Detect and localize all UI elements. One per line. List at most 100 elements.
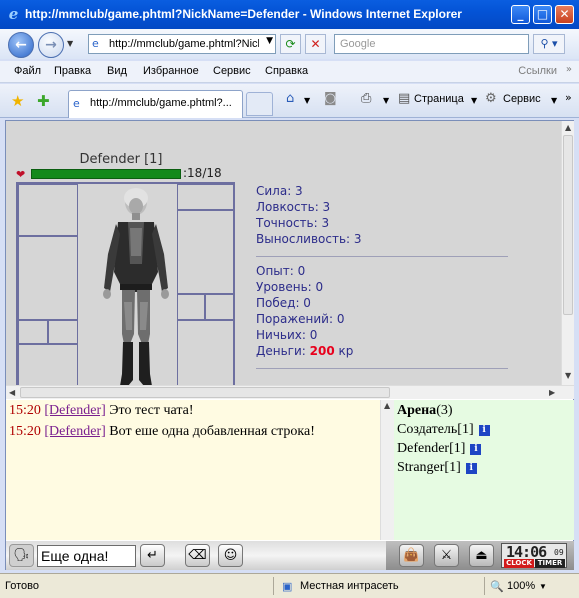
toolbar-chevron-icon[interactable]: »: [565, 91, 572, 104]
maximize-button[interactable]: □: [533, 5, 552, 24]
slot-boots[interactable]: [18, 344, 78, 385]
tab-page-icon: e: [73, 97, 80, 110]
security-zone[interactable]: Местная интрасеть: [300, 580, 399, 592]
arena-button[interactable]: ⚔: [434, 544, 459, 567]
scroll-right-icon[interactable]: ▶: [549, 388, 555, 397]
menu-view[interactable]: Вид: [107, 65, 127, 77]
tools-menu[interactable]: Сервис: [503, 93, 541, 105]
home-dropdown-icon[interactable]: ▼: [304, 96, 310, 105]
scroll-up-icon[interactable]: ▲: [565, 123, 571, 132]
user-name[interactable]: Создатель[1]: [397, 422, 474, 437]
scroll-thumb[interactable]: [563, 135, 573, 315]
menu-help[interactable]: Справка: [265, 65, 308, 77]
slot-ring-1[interactable]: [18, 320, 48, 344]
slot-shield[interactable]: [177, 320, 235, 385]
chat-nick-link[interactable]: [Defender]: [44, 424, 105, 439]
print-dropdown-icon[interactable]: ▼: [383, 96, 389, 105]
game-vertical-scrollbar[interactable]: ▲ ▼: [561, 121, 574, 385]
game-horizontal-scrollbar[interactable]: ◀ ▶: [6, 385, 574, 399]
print-icon[interactable]: ⎙: [361, 91, 371, 106]
money-label: Деньги:: [256, 344, 306, 358]
scroll-left-icon[interactable]: ◀: [9, 388, 15, 397]
address-bar[interactable]: e http://mmclub/game.phtml?NickName=Defe…: [88, 34, 276, 54]
menu-favorites[interactable]: Избранное: [143, 65, 199, 77]
links-chevron-icon[interactable]: »: [566, 64, 572, 75]
stop-button[interactable]: ✕: [305, 34, 326, 54]
minimize-button[interactable]: _: [511, 5, 530, 24]
character-figure: [103, 188, 169, 385]
chat-log: 15:20 [Defender] Это тест чата! 15:20 [D…: [6, 400, 380, 540]
clear-button[interactable]: ⌫: [185, 544, 210, 567]
slot-armor[interactable]: [18, 236, 78, 320]
exit-door-icon: ⏏: [475, 548, 488, 563]
info-icon[interactable]: i: [465, 463, 477, 474]
menu-file[interactable]: Файл: [14, 65, 41, 77]
stat-strength: Сила: 3: [256, 184, 303, 198]
close-window-button[interactable]: ✕: [555, 5, 574, 24]
refresh-icon: ⟳: [285, 37, 296, 51]
address-dropdown-icon[interactable]: ▼: [266, 36, 273, 46]
tab-game[interactable]: e http://mmclub/game.phtml?...: [68, 90, 243, 118]
chat-time: 15:20: [9, 424, 41, 439]
hscroll-thumb[interactable]: [20, 387, 390, 398]
intranet-icon: ▣: [282, 581, 293, 593]
address-url[interactable]: http://mmclub/game.phtml?NickName=Defend…: [109, 38, 259, 50]
back-button[interactable]: ←: [8, 32, 34, 58]
user-name[interactable]: Stranger[1]: [397, 460, 461, 475]
favorites-center-star-icon[interactable]: ★: [11, 92, 24, 110]
chat-scrollbar[interactable]: ▲: [380, 400, 394, 540]
tools-dropdown-icon[interactable]: ▼: [551, 96, 557, 105]
slot-weapon[interactable]: [177, 210, 235, 294]
home-icon[interactable]: ⌂: [286, 91, 294, 106]
feeds-icon[interactable]: ◙: [324, 91, 337, 106]
page-dropdown-icon[interactable]: ▼: [471, 96, 477, 105]
slot-ring-2[interactable]: [48, 320, 78, 344]
clock-seconds: 09: [554, 548, 564, 557]
clock-label[interactable]: CLOCK: [504, 559, 534, 568]
slot-helmet[interactable]: [18, 184, 78, 236]
inventory-button[interactable]: 👜: [399, 544, 424, 567]
search-button[interactable]: ⚲ ▾: [533, 34, 565, 54]
send-button[interactable]: ↵: [140, 544, 165, 567]
user-name[interactable]: Defender[1]: [397, 441, 465, 456]
smiles-button[interactable]: ☺: [218, 544, 243, 567]
record-panel: Опыт: 0 Уровень: 0 Побед: 0 Поражений: 0…: [256, 263, 353, 359]
zoom-level[interactable]: 100%: [507, 580, 535, 592]
menu-edit[interactable]: Правка: [54, 65, 91, 77]
money-divider: [256, 368, 508, 369]
refresh-button[interactable]: ⟳: [280, 34, 301, 54]
info-icon[interactable]: i: [478, 425, 490, 436]
chat-time: 15:20: [9, 403, 41, 418]
chat-text: Вот еше одна добавленная строка!: [105, 424, 315, 439]
search-input[interactable]: Google: [334, 34, 529, 54]
scroll-down-icon[interactable]: ▼: [565, 371, 571, 380]
new-tab-button[interactable]: [246, 92, 273, 116]
enter-arrow-icon: ↵: [147, 548, 158, 563]
menu-tools[interactable]: Сервис: [213, 65, 251, 77]
user-list-item[interactable]: Stranger[1] i: [397, 460, 477, 476]
slot-ring-4[interactable]: [205, 294, 235, 320]
history-dropdown-icon[interactable]: ▼: [67, 39, 73, 48]
links-toolbar[interactable]: Ссылки: [518, 65, 557, 77]
page-content: Defender [1] ❤ :18/18 Сила: 3 Ловкость: …: [5, 120, 574, 570]
forward-button[interactable]: →: [38, 32, 64, 58]
slot-amulet[interactable]: [177, 184, 235, 210]
heart-icon: ❤: [16, 168, 26, 181]
chat-scroll-up-icon[interactable]: ▲: [384, 401, 390, 410]
zoom-dropdown-icon[interactable]: ▼: [539, 582, 547, 591]
stats-divider: [256, 256, 508, 257]
info-icon[interactable]: i: [470, 444, 482, 455]
address-toolbar: ← → ▼ e http://mmclub/game.phtml?NickNam…: [0, 29, 579, 59]
speak-button[interactable]: 🗣: [9, 544, 34, 567]
timer-label[interactable]: TIMER: [535, 559, 565, 568]
chat-nick-link[interactable]: [Defender]: [44, 403, 105, 418]
add-favorite-icon[interactable]: ✚: [37, 92, 50, 110]
chat-input[interactable]: Еще одна!: [37, 545, 136, 567]
exit-button[interactable]: ⏏: [469, 544, 494, 567]
tab-toolbar: ★ ✚ e http://mmclub/game.phtml?... ⌂ ▼ ◙…: [0, 84, 579, 118]
chat-message: 15:20 [Defender] Это тест чата!: [9, 403, 194, 419]
money-unit: кр: [338, 344, 354, 358]
page-menu[interactable]: Страница: [414, 93, 464, 105]
user-list-item[interactable]: Defender[1] i: [397, 441, 482, 457]
user-list-item[interactable]: Создатель[1] i: [397, 422, 490, 438]
